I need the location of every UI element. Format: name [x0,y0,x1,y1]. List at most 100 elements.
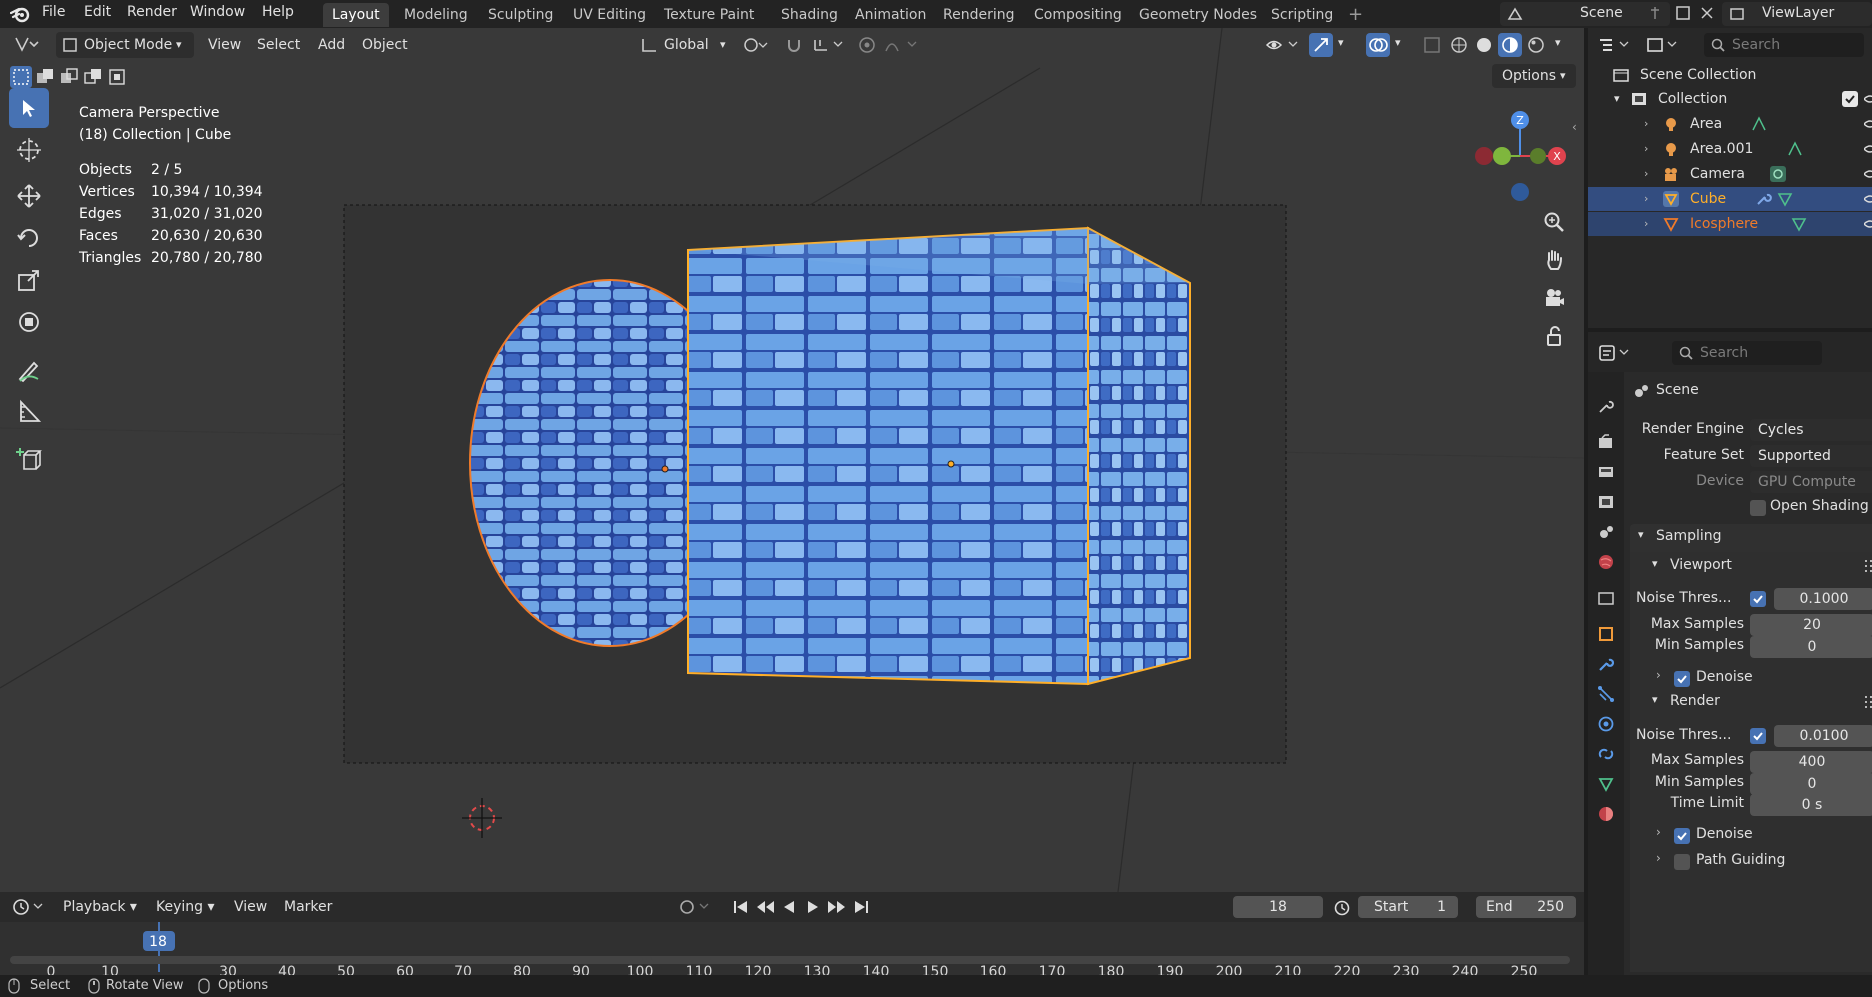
scene-selector[interactable]: Scene [1500,2,1670,26]
preview-range-icon[interactable] [1333,898,1351,916]
chevron-right-icon[interactable]: › [1644,112,1648,136]
constraints-tab-icon[interactable] [1594,742,1618,766]
scene-collection-row[interactable]: Scene Collection [1588,63,1872,87]
zoom-icon[interactable] [1542,210,1566,234]
path-guiding-checkbox[interactable] [1674,854,1690,870]
display-mode-icon[interactable] [1646,36,1680,54]
vp-denoise-checkbox[interactable] [1674,671,1690,687]
move-tool[interactable] [9,176,49,216]
eye-icon[interactable] [1864,168,1872,180]
render-subpanel-header[interactable]: ▾ Render [1642,690,1872,716]
eye-icon[interactable] [1864,193,1872,205]
timeline-editor[interactable]: Playback ▾ Keying ▾ View Marker 18 Start… [0,892,1584,980]
vp-noise-threshold-field[interactable]: 0.1000 [1774,588,1872,610]
pan-hand-icon[interactable] [1542,248,1566,272]
navigation-gizmo[interactable]: Z X [1470,104,1580,214]
r-min-samples-field[interactable]: 0 [1750,773,1872,795]
tab-animation[interactable]: Animation [846,3,935,27]
menu-help[interactable]: Help [262,4,294,20]
tab-scripting[interactable]: Scripting [1262,3,1342,27]
chevron-right-icon[interactable]: › [1644,212,1648,236]
scale-tool[interactable] [9,260,49,300]
data-tab-icon[interactable] [1594,772,1618,796]
outliner-item-cube[interactable]: › Cube [1588,187,1872,211]
3d-cursor-icon[interactable] [462,798,502,838]
r-noise-threshold-field[interactable]: 0.0100 [1774,725,1872,747]
r-noise-checkbox[interactable] [1750,728,1766,744]
keying-menu[interactable]: Keying ▾ [156,894,215,920]
time-limit-field[interactable]: 0 s [1750,794,1872,816]
outliner-item-icosphere[interactable]: › Icosphere [1588,212,1872,236]
rotate-tool[interactable] [9,218,49,258]
eye-icon[interactable] [1864,218,1872,230]
world-tab-icon[interactable] [1594,550,1618,574]
chevron-right-icon[interactable]: › [1656,825,1661,839]
modifier-tab-icon[interactable] [1594,652,1618,676]
menu-render[interactable]: Render [127,4,177,20]
menu-window[interactable]: Window [190,4,245,20]
properties-search-input[interactable]: Search [1672,341,1822,365]
eye-icon[interactable] [1864,118,1872,130]
sidebar-toggle-icon[interactable]: ‹ [1572,120,1577,134]
tab-layout[interactable]: Layout [323,3,389,27]
timeline-ruler[interactable]: 0 10 18 30 40 50 60 70 80 90 100 110 120… [0,922,1584,980]
eye-icon[interactable] [1864,143,1872,155]
tab-modeling[interactable]: Modeling [395,3,477,27]
blender-logo-icon[interactable] [10,5,30,23]
pin-icon[interactable] [1648,5,1662,21]
clock-editor-icon[interactable] [12,898,44,916]
tool-tab-icon[interactable] [1594,394,1618,418]
outliner-editor-icon[interactable] [1598,36,1632,54]
device-select[interactable]: GPU Compute [1750,471,1872,493]
transform-tool[interactable] [9,302,49,342]
tab-shading[interactable]: Shading [772,3,847,27]
properties-panel[interactable]: Search Scene Render Engine Cycles Featur… [1588,332,1872,975]
physics-tab-icon[interactable] [1594,712,1618,736]
chevron-down-icon[interactable]: ▾ [1614,87,1620,111]
delete-scene-icon[interactable] [1698,4,1716,22]
tab-uv-editing[interactable]: UV Editing [564,3,655,27]
viewport-subpanel-header[interactable]: ▾ Viewport [1642,554,1872,580]
outliner-item-area-001[interactable]: › Area.001 [1588,137,1872,161]
feature-set-select[interactable]: Supported [1750,445,1872,467]
particles-tab-icon[interactable] [1594,682,1618,706]
material-tab-icon[interactable] [1594,802,1618,826]
auto-keying-icon[interactable] [678,898,714,916]
tab-rendering[interactable]: Rendering [934,3,1024,27]
outliner-item-area[interactable]: › Area [1588,112,1872,136]
new-scene-icon[interactable] [1674,4,1692,22]
chevron-right-icon[interactable]: › [1656,668,1661,682]
chevron-right-icon[interactable]: › [1644,187,1648,211]
vp-max-samples-field[interactable]: 20 [1750,614,1872,636]
view-layer-tab-icon[interactable] [1594,490,1618,514]
outliner-panel[interactable]: Search Scene Collection ▾ Collection › A… [1588,28,1872,328]
play-reverse-icon[interactable] [780,898,798,916]
3d-viewport[interactable]: Object Mode ▾ View Select Add Object Glo… [0,28,1584,892]
timeline-scrollbar[interactable] [10,956,1570,964]
collection-tab-icon[interactable] [1594,586,1618,610]
render-engine-select[interactable]: Cycles [1750,419,1872,441]
select-box-tool[interactable] [9,88,49,128]
properties-editor-icon[interactable] [1598,344,1632,362]
tab-geometry-nodes[interactable]: Geometry Nodes [1130,3,1266,27]
outliner-search-input[interactable]: Search [1704,33,1864,57]
jump-start-icon[interactable] [732,898,750,916]
list-preset-icon[interactable] [1864,558,1872,574]
scene-tab-icon[interactable] [1594,520,1618,544]
view-layer-selector[interactable]: ViewLayer [1722,2,1872,26]
r-max-samples-field[interactable]: 400 [1750,751,1872,773]
cursor-tool[interactable] [9,130,49,170]
annotate-tool[interactable] [9,350,49,390]
osl-checkbox[interactable] [1750,500,1766,516]
tab-compositing[interactable]: Compositing [1025,3,1131,27]
collection-exclude-checkbox[interactable] [1842,91,1858,107]
measure-tool[interactable] [9,392,49,432]
vp-min-samples-field[interactable]: 0 [1750,636,1872,658]
chevron-right-icon[interactable]: › [1656,851,1661,865]
end-frame-field[interactable]: End 250 [1476,896,1576,918]
render-tab-icon[interactable] [1594,430,1618,454]
chevron-right-icon[interactable]: › [1644,162,1648,186]
eye-icon[interactable] [1864,93,1872,105]
add-workspace-icon[interactable]: + [1348,4,1363,25]
vp-noise-checkbox[interactable] [1750,591,1766,607]
